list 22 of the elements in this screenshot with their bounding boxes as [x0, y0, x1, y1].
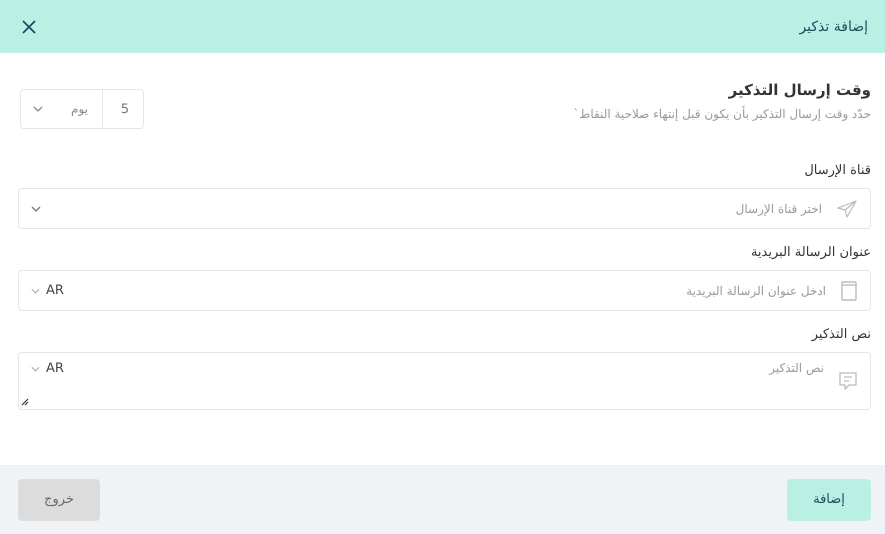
field-label: عنوان الرسالة البريدية — [750, 245, 871, 260]
chevron-down-icon — [31, 206, 41, 212]
section-description: حدّد وقت إرسال التذكير بأن يكون قبل إنتهاء صلاحية النقاط` — [573, 107, 871, 121]
section-title: وقت إرسال التذكير — [727, 81, 871, 99]
chevron-down-icon — [31, 288, 40, 294]
close-icon — [21, 18, 37, 34]
add-button[interactable]: إضافة — [787, 478, 871, 520]
chevron-down-icon — [31, 366, 40, 372]
document-icon — [840, 280, 858, 300]
language-dropdown[interactable]: AR — [31, 361, 64, 376]
chevron-down-icon — [33, 106, 43, 112]
comment-icon — [838, 371, 858, 391]
field-label: قناة الإرسال — [803, 163, 871, 178]
unit-dropdown[interactable]: يوم — [20, 89, 102, 129]
exit-button[interactable]: خروج — [18, 478, 100, 520]
resize-handle-icon[interactable] — [21, 398, 29, 406]
dialog-title: إضافة تذكير — [799, 18, 868, 34]
field-label: نص التذكير — [810, 327, 871, 342]
language-dropdown[interactable]: AR — [31, 283, 64, 298]
close-button[interactable] — [21, 18, 37, 34]
amount-field[interactable]: 5 — [102, 89, 144, 129]
send-icon — [836, 198, 858, 218]
